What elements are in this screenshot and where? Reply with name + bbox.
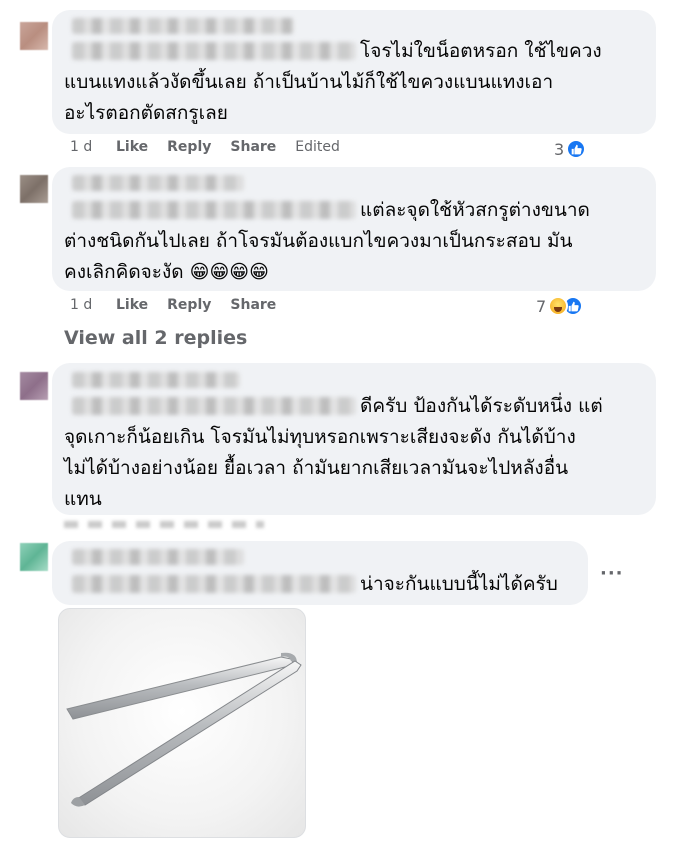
more-options-button[interactable]: ···: [600, 563, 624, 584]
commenter-avatar[interactable]: [20, 22, 48, 50]
reply-button[interactable]: Reply: [167, 297, 211, 313]
comment-actions: 1 d Like Reply Share Edited: [70, 139, 340, 155]
reply-button[interactable]: Reply: [167, 139, 211, 155]
reaction-count: 7: [536, 296, 547, 316]
attached-photo[interactable]: [58, 608, 306, 838]
comment-text: ดีครับ ป้องกันได้ระดับหนึ่ง แต่ จุดเกาะก…: [64, 395, 603, 510]
comment-text: โจรไม่ใขน็อตหรอก ใช้ไขควง แบนแทงแล้วงัดข…: [64, 40, 602, 124]
commenter-name-redacted[interactable]: [72, 18, 294, 34]
comment-timestamp[interactable]: 1 d: [70, 297, 116, 313]
commenter-avatar[interactable]: [20, 372, 48, 400]
comment-timestamp[interactable]: 1 d: [70, 139, 116, 155]
reaction-count: 3: [554, 139, 565, 159]
view-replies-link[interactable]: View all 2 replies: [64, 327, 247, 349]
comment-text-redacted: [72, 575, 356, 593]
comment-text: น่าจะกันแบบนี้ไม่ได้ครับ: [360, 573, 558, 595]
comment-text: แต่ละจุดใช้หัวสกรูต่างขนาด ต่างชนิดกันไป…: [64, 199, 590, 283]
comment-actions: 1 d Like Reply Share: [70, 297, 295, 313]
like-button[interactable]: Like: [116, 139, 148, 155]
share-button[interactable]: Share: [230, 297, 276, 313]
commenter-name-redacted[interactable]: [72, 549, 244, 565]
commenter-avatar[interactable]: [20, 175, 48, 203]
like-icon: [566, 139, 587, 159]
commenter-name-redacted[interactable]: [72, 372, 240, 388]
reaction-summary[interactable]: 3: [554, 139, 587, 159]
commenter-avatar[interactable]: [20, 543, 48, 571]
share-button[interactable]: Share: [230, 139, 276, 155]
edited-label[interactable]: Edited: [295, 139, 340, 155]
tire-lever-image: [66, 652, 302, 807]
reaction-summary[interactable]: 7: [536, 296, 584, 316]
like-button[interactable]: Like: [116, 297, 148, 313]
comment-actions-redacted: [64, 521, 264, 528]
commenter-name-redacted[interactable]: [72, 175, 244, 191]
